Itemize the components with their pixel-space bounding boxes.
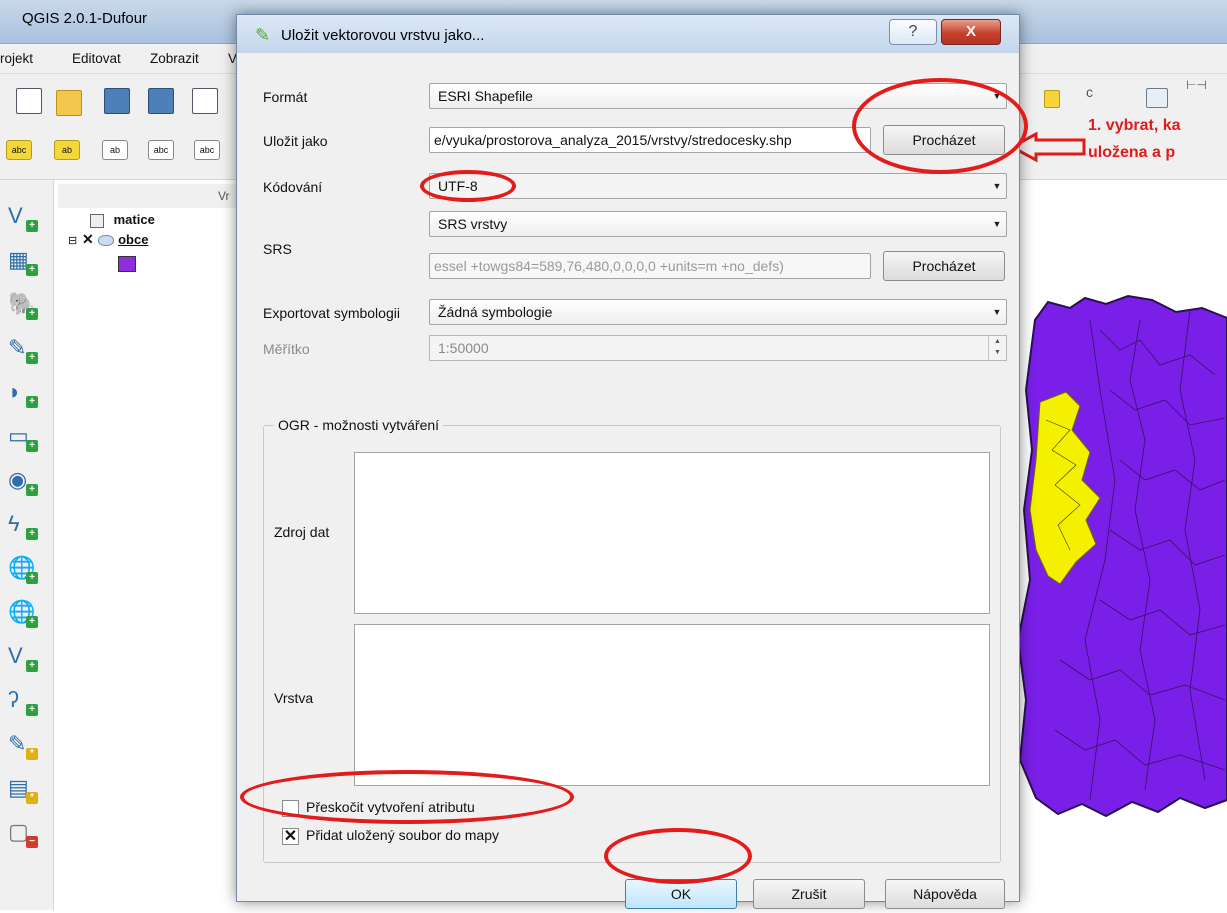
- layer-item[interactable]: matice: [90, 212, 155, 228]
- dialog-help-button[interactable]: ?: [889, 19, 937, 45]
- add-wms-layer-icon[interactable]: 🌐 +: [8, 554, 38, 584]
- layer-name: matice: [113, 212, 155, 227]
- srs-proj-string: essel +towgs84=589,76,480,0,0,0,0 +units…: [429, 253, 871, 279]
- add-wfs-layer-icon[interactable]: V +: [8, 642, 38, 672]
- pin-labels-icon[interactable]: ab: [102, 140, 128, 160]
- attribute-table-icon[interactable]: [1146, 88, 1168, 108]
- annotation-line: 1. vybrat, ka: [1088, 117, 1181, 134]
- layer-options-textarea[interactable]: [354, 624, 990, 786]
- menu-edit[interactable]: Editovat: [72, 51, 121, 66]
- polygon-layer-icon: [98, 235, 115, 247]
- qgis-window-title: QGIS 2.0.1-Dufour: [22, 10, 148, 27]
- layer-toolbar: V + ▦ + 🐘 + ✎ + ◗ + ▭ + ◉ + ϟ + 🌐 + 🌐 + V + ʔ + ✎ * ▤…: [0, 180, 54, 910]
- chevron-down-icon: ▼: [992, 307, 1002, 317]
- format-value: ESRI Shapefile: [438, 88, 533, 104]
- srs-select[interactable]: SRS vrstvy ▼: [429, 211, 1007, 237]
- symbology-value: Žádná symbologie: [438, 304, 553, 320]
- layers-panel-title: Vr: [218, 189, 230, 203]
- scale-label: Měřítko: [263, 341, 310, 357]
- srs-value: SRS vrstvy: [438, 216, 508, 232]
- add-postgis-layer-icon[interactable]: 🐘 +: [8, 290, 38, 320]
- layers-panel-header: Vr: [58, 184, 238, 208]
- dialog-close-button[interactable]: X: [941, 19, 1001, 45]
- highlight-add-to-map-ellipse: [240, 770, 574, 824]
- add-db2-layer-icon[interactable]: ◉ +: [8, 466, 38, 496]
- scale-spinbox: 1:50000 ▲ ▼: [429, 335, 1007, 361]
- save-project-icon[interactable]: [104, 88, 130, 114]
- table-layer-icon: [90, 213, 104, 228]
- expand-icon[interactable]: ⊟: [68, 235, 77, 247]
- chevron-down-icon: ▼: [992, 219, 1002, 229]
- add-to-map-checkbox[interactable]: ✕: [282, 828, 299, 845]
- add-vector-layer-icon[interactable]: V +: [8, 202, 38, 232]
- datasource-label: Zdroj dat: [274, 524, 330, 540]
- cancel-button[interactable]: Zrušit: [753, 879, 865, 909]
- dialog-title: Uložit vektorovou vrstvu jako...: [281, 27, 485, 44]
- dialog-body: Formát ESRI Shapefile ▼ Uložit jako e/vy…: [249, 53, 1009, 909]
- new-shapefile-layer-icon[interactable]: ✎ *: [8, 730, 38, 760]
- new-spatialite-layer-icon[interactable]: ▤ *: [8, 774, 38, 804]
- label-icon[interactable]: abc: [6, 140, 32, 160]
- layer-labeling-icon[interactable]: ab: [54, 140, 80, 160]
- layer-symbol-swatch: [118, 256, 136, 272]
- add-raster-layer-icon[interactable]: ▦ +: [8, 246, 38, 276]
- symbology-label: Exportovat symbologii: [263, 305, 400, 321]
- new-project-icon[interactable]: [16, 88, 42, 114]
- save-as-icon[interactable]: [148, 88, 174, 114]
- layer-item[interactable]: ⊟ ✕ obce: [68, 232, 148, 247]
- save-as-path-input[interactable]: e/vyuka/prostorova_analyza_2015/vrstvy/s…: [429, 127, 871, 153]
- add-delimited-text-layer-icon[interactable]: ϟ +: [8, 510, 38, 540]
- layer-options-label: Vrstva: [274, 690, 314, 706]
- scale-value: 1:50000: [438, 340, 489, 356]
- srs-label: SRS: [263, 241, 292, 257]
- menu-project[interactable]: rojekt: [0, 51, 33, 66]
- qgis-logo-icon: ✎: [255, 25, 271, 45]
- browse-srs-button[interactable]: Procházet: [883, 251, 1005, 281]
- add-mssql-layer-icon[interactable]: ◗ +: [8, 378, 38, 408]
- highlight-ok-ellipse: [604, 828, 752, 884]
- ogr-options-title: OGR - možnosti vytváření: [274, 417, 444, 433]
- show-labels-icon[interactable]: abc: [148, 140, 174, 160]
- help-button[interactable]: Nápověda: [885, 879, 1005, 909]
- menu-view[interactable]: Zobrazit: [150, 51, 199, 66]
- open-project-icon[interactable]: [56, 90, 82, 116]
- symbology-select[interactable]: Žádná symbologie ▼: [429, 299, 1007, 325]
- save-as-label: Uložit jako: [263, 133, 328, 149]
- datasource-options-textarea[interactable]: [354, 452, 990, 614]
- toolbar-overflow-icon[interactable]: c: [1086, 84, 1093, 100]
- new-print-composer-icon[interactable]: [192, 88, 218, 114]
- layer-visibility-checkbox[interactable]: ✕: [81, 232, 95, 247]
- select-feature-icon[interactable]: [1044, 90, 1060, 108]
- add-wcs-layer-icon[interactable]: 🌐 +: [8, 598, 38, 628]
- encoding-label: Kódování: [263, 179, 323, 195]
- close-icon: X: [965, 23, 976, 40]
- measure-icon[interactable]: ⊢⊣: [1186, 78, 1207, 92]
- add-gpx-layer-icon[interactable]: ʔ +: [8, 686, 38, 716]
- add-spatialite-layer-icon[interactable]: ✎ +: [8, 334, 38, 364]
- add-oracle-layer-icon[interactable]: ▭ +: [8, 422, 38, 452]
- move-label-icon[interactable]: abc: [194, 140, 220, 160]
- layers-panel: Vr matice ⊟ ✕ obce: [54, 180, 240, 910]
- chevron-down-icon: ▼: [992, 181, 1002, 191]
- dialog-titlebar: ✎ Uložit vektorovou vrstvu jako... ? X: [237, 15, 1019, 53]
- spin-arrows-icon: ▲ ▼: [988, 336, 1006, 360]
- layer-name: obce: [118, 232, 149, 247]
- help-icon: ?: [908, 23, 918, 40]
- format-label: Formát: [263, 89, 308, 105]
- instruction-annotation: 1. vybrat, ka uložena a p: [1088, 112, 1181, 166]
- highlight-encoding-ellipse: [420, 170, 516, 202]
- remove-layer-icon[interactable]: ▢ −: [8, 818, 38, 848]
- annotation-line: uložena a p: [1088, 144, 1176, 161]
- highlight-browse-ellipse: [852, 78, 1028, 174]
- add-to-map-label: Přidat uložený soubor do mapy: [306, 827, 499, 843]
